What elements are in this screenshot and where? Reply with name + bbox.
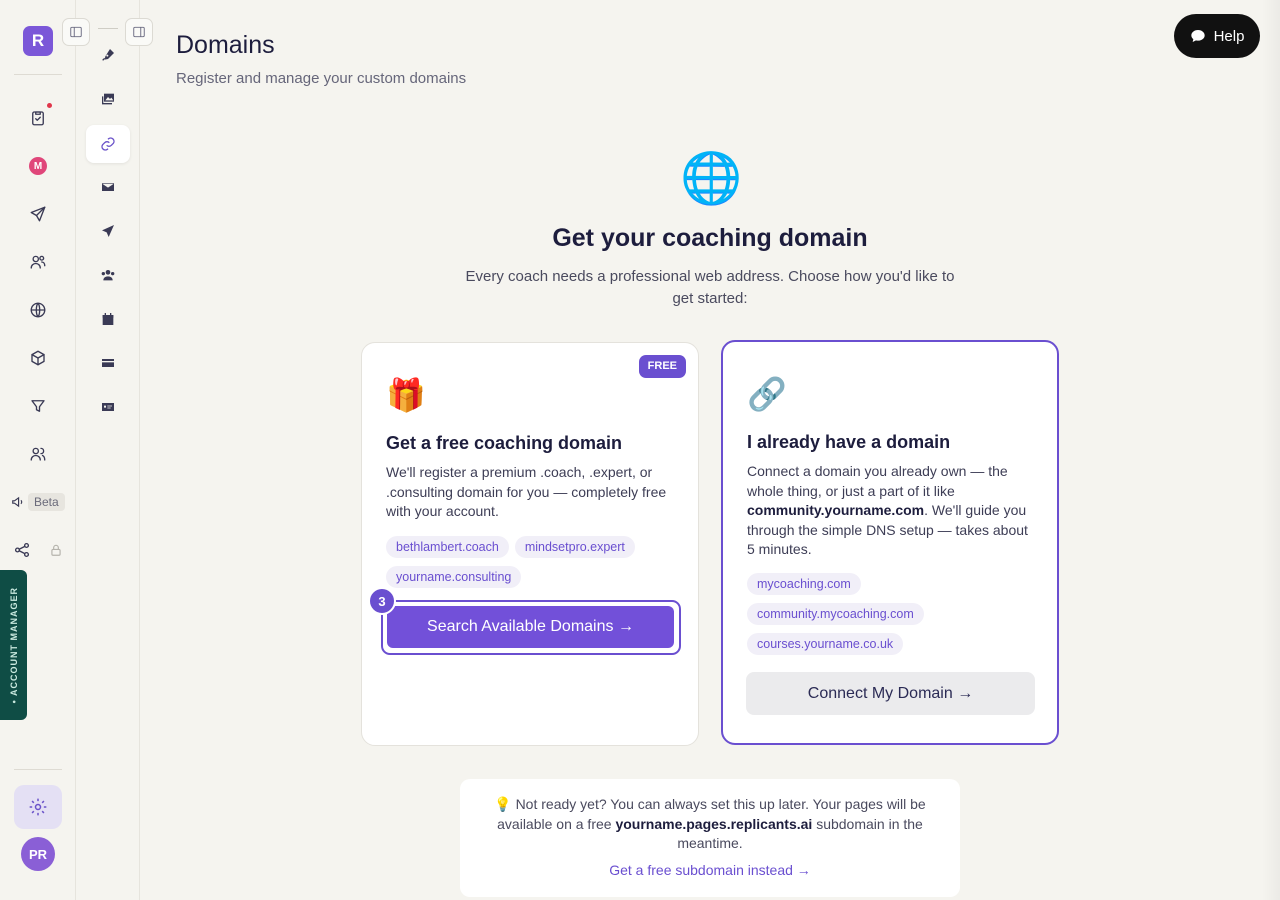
free-card-title: Get a free coaching domain — [386, 433, 623, 453]
clipboard-check-icon[interactable] — [26, 106, 50, 130]
megaphone-icon[interactable] — [11, 495, 25, 509]
domain-example-chip: courses.yourname.co.uk — [747, 633, 904, 655]
credit-card-icon[interactable] — [86, 344, 130, 382]
have-card-description: Connect a domain you already own — the w… — [747, 463, 1028, 557]
free-card-description: We'll register a premium .coach, .expert… — [386, 464, 667, 519]
account-manager-label: • ACCOUNT MANAGER — [8, 586, 19, 704]
app-logo[interactable]: R — [23, 26, 53, 56]
users-icon[interactable] — [86, 256, 130, 294]
share-icon[interactable] — [10, 538, 34, 562]
have-example-chips: mycoaching.com community.mycoaching.com … — [747, 573, 1047, 655]
page-subtitle: Register and manage your custom domains — [176, 70, 467, 87]
collapse-rail-button[interactable] — [62, 18, 90, 46]
pen-nib-icon[interactable] — [86, 36, 130, 74]
gear-icon — [29, 798, 47, 816]
connect-domain-button[interactable]: Connect My Domain → — [746, 672, 1035, 715]
later-note-text: 💡 Not ready yet? You can always set this… — [494, 796, 926, 851]
images-icon[interactable] — [86, 80, 130, 118]
link-icon[interactable] — [86, 125, 130, 163]
beta-badge: Beta — [28, 493, 65, 511]
secondary-sidebar — [76, 0, 140, 900]
free-domain-card[interactable]: FREE 🎁 Get a free coaching domain We'll … — [361, 342, 699, 746]
domain-example-chip: yourname.consulting — [386, 566, 522, 588]
domain-example-chip: mindsetpro.expert — [514, 536, 635, 558]
rail-divider — [14, 74, 62, 75]
later-note-box: 💡 Not ready yet? You can always set this… — [460, 779, 960, 897]
id-card-icon[interactable] — [86, 388, 130, 426]
sidebar-toggle-icon — [70, 26, 82, 38]
notification-dot — [47, 103, 52, 108]
settings-button[interactable] — [14, 785, 62, 829]
free-subdomain-link[interactable]: Get a free subdomain instead → — [460, 862, 960, 878]
hero-title: Get your coaching domain — [552, 224, 868, 252]
search-button-focus-ring: Search Available Domains → — [381, 600, 681, 655]
free-badge: FREE — [638, 355, 686, 378]
box-icon[interactable] — [26, 346, 50, 370]
chat-bubble-icon — [1190, 30, 1205, 42]
step-number-badge: 3 — [368, 587, 396, 615]
globe-emoji-icon: 🌐 — [680, 150, 743, 206]
sidebar-toggle-icon — [133, 26, 145, 38]
gift-icon: 🎁 — [386, 377, 426, 413]
calendar-check-icon[interactable] — [86, 300, 130, 338]
envelope-icon[interactable] — [86, 168, 130, 206]
search-domains-button[interactable]: Search Available Domains → — [387, 606, 674, 648]
filter-icon[interactable] — [26, 394, 50, 418]
collapse-subnav-button[interactable] — [125, 18, 153, 46]
domain-example-chip: mycoaching.com — [747, 573, 861, 595]
have-card-title: I already have a domain — [747, 432, 951, 452]
link-emoji-icon: 🔗 — [747, 376, 787, 412]
user-avatar[interactable]: PR — [21, 837, 55, 871]
free-example-chips: bethlambert.coach mindsetpro.expert your… — [386, 536, 686, 588]
subnav-divider — [98, 28, 118, 29]
page-title: Domains — [176, 31, 275, 59]
existing-domain-card[interactable]: 🔗 I already have a domain Connect a doma… — [721, 340, 1059, 745]
paper-plane-icon[interactable] — [86, 212, 130, 250]
hero-subtitle: Every coach needs a professional web add… — [465, 268, 955, 307]
send-icon[interactable] — [26, 202, 50, 226]
help-label: Help — [1213, 27, 1245, 45]
domain-example-chip: community.mycoaching.com — [747, 603, 924, 625]
users-group-icon[interactable] — [26, 250, 50, 274]
scroll-shade — [1262, 0, 1280, 900]
domain-example-chip: bethlambert.coach — [386, 536, 509, 558]
m-badge-icon[interactable]: M — [29, 157, 47, 175]
help-button[interactable]: Help — [1174, 14, 1260, 58]
globe-icon[interactable] — [26, 298, 50, 322]
lock-icon — [49, 543, 63, 557]
rail-divider — [14, 769, 62, 770]
people-icon[interactable] — [26, 442, 50, 466]
main-rail: R M Beta PR — [0, 0, 76, 900]
account-manager-tab[interactable]: • ACCOUNT MANAGER — [0, 570, 27, 720]
